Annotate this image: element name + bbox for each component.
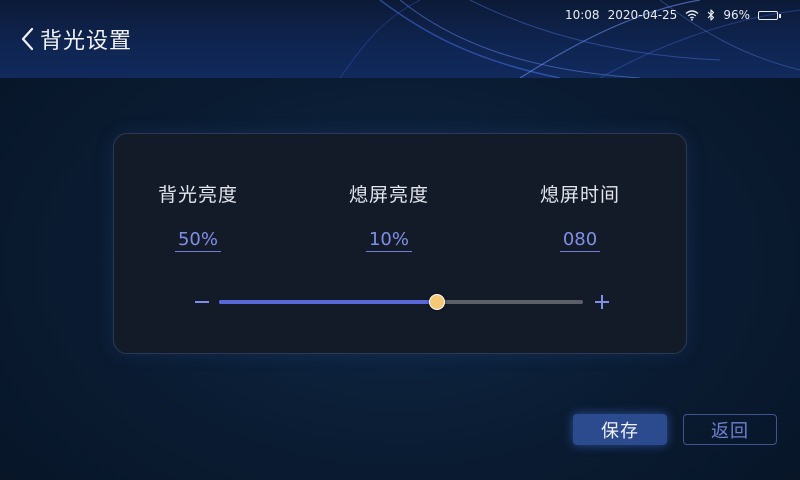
slider-fill — [219, 300, 438, 304]
screen-off-brightness-label: 熄屏亮度 — [348, 184, 429, 206]
brightness-slider — [194, 290, 610, 314]
battery-percent: 96% — [723, 8, 750, 22]
slider-thumb[interactable] — [429, 294, 446, 310]
page-title: 背光设置 — [40, 29, 133, 54]
return-button[interactable]: 返回 — [683, 414, 777, 445]
backlight-settings-screen: 背光设置 10:08 2020-04-25 96% 背光亮度 50% 熄屏亮度 … — [0, 0, 800, 480]
chevron-left-icon — [21, 27, 34, 51]
screen-off-brightness-column: 熄屏亮度 10% — [319, 180, 459, 252]
backlight-brightness-value[interactable]: 50% — [174, 229, 221, 252]
backlight-brightness-label: 背光亮度 — [157, 184, 238, 206]
screen-off-time-value[interactable]: 080 — [559, 229, 601, 252]
status-bar: 10:08 2020-04-25 96% — [564, 8, 781, 22]
wifi-icon — [685, 9, 699, 21]
settings-panel: 背光亮度 50% 熄屏亮度 10% 熄屏时间 080 — [113, 133, 687, 354]
header-bar: 背光设置 10:08 2020-04-25 96% — [0, 0, 800, 78]
minus-icon[interactable] — [194, 294, 210, 310]
screen-off-time-label: 熄屏时间 — [539, 184, 620, 206]
backlight-brightness-column: 背光亮度 50% — [128, 180, 268, 252]
status-date: 2020-04-25 — [607, 8, 678, 22]
screen-off-brightness-value[interactable]: 10% — [365, 229, 412, 252]
slider-track[interactable] — [219, 294, 583, 310]
plus-icon[interactable] — [594, 294, 610, 310]
screen-off-time-column: 熄屏时间 080 — [510, 180, 650, 252]
battery-icon — [758, 10, 781, 20]
status-time: 10:08 — [564, 8, 600, 22]
back-nav[interactable]: 背光设置 — [18, 22, 132, 56]
bluetooth-icon — [707, 9, 715, 21]
save-button[interactable]: 保存 — [573, 414, 667, 445]
